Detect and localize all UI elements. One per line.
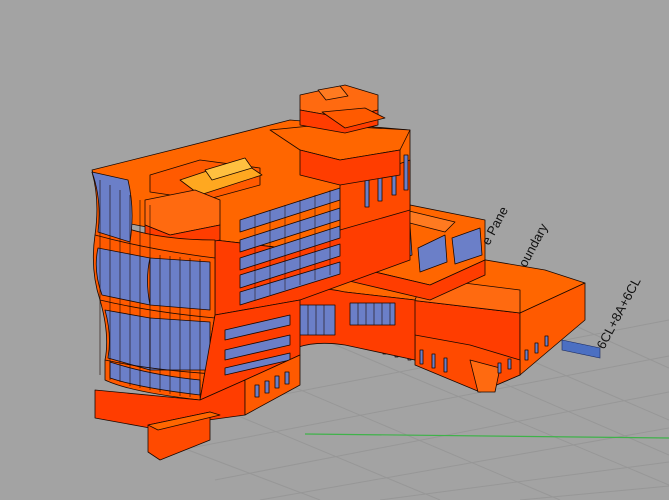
rhino-perspective-viewport[interactable]: e Pane oundary 6CL+8A+6CL xyxy=(0,0,669,500)
ground-x-axis xyxy=(304,433,669,439)
label-wall-type: 6CL+8A+6CL xyxy=(593,275,643,352)
building-model[interactable] xyxy=(91,84,586,461)
3d-building-model-scene[interactable]: e Pane oundary 6CL+8A+6CL xyxy=(0,0,669,500)
label-boundary: oundary xyxy=(515,220,551,269)
